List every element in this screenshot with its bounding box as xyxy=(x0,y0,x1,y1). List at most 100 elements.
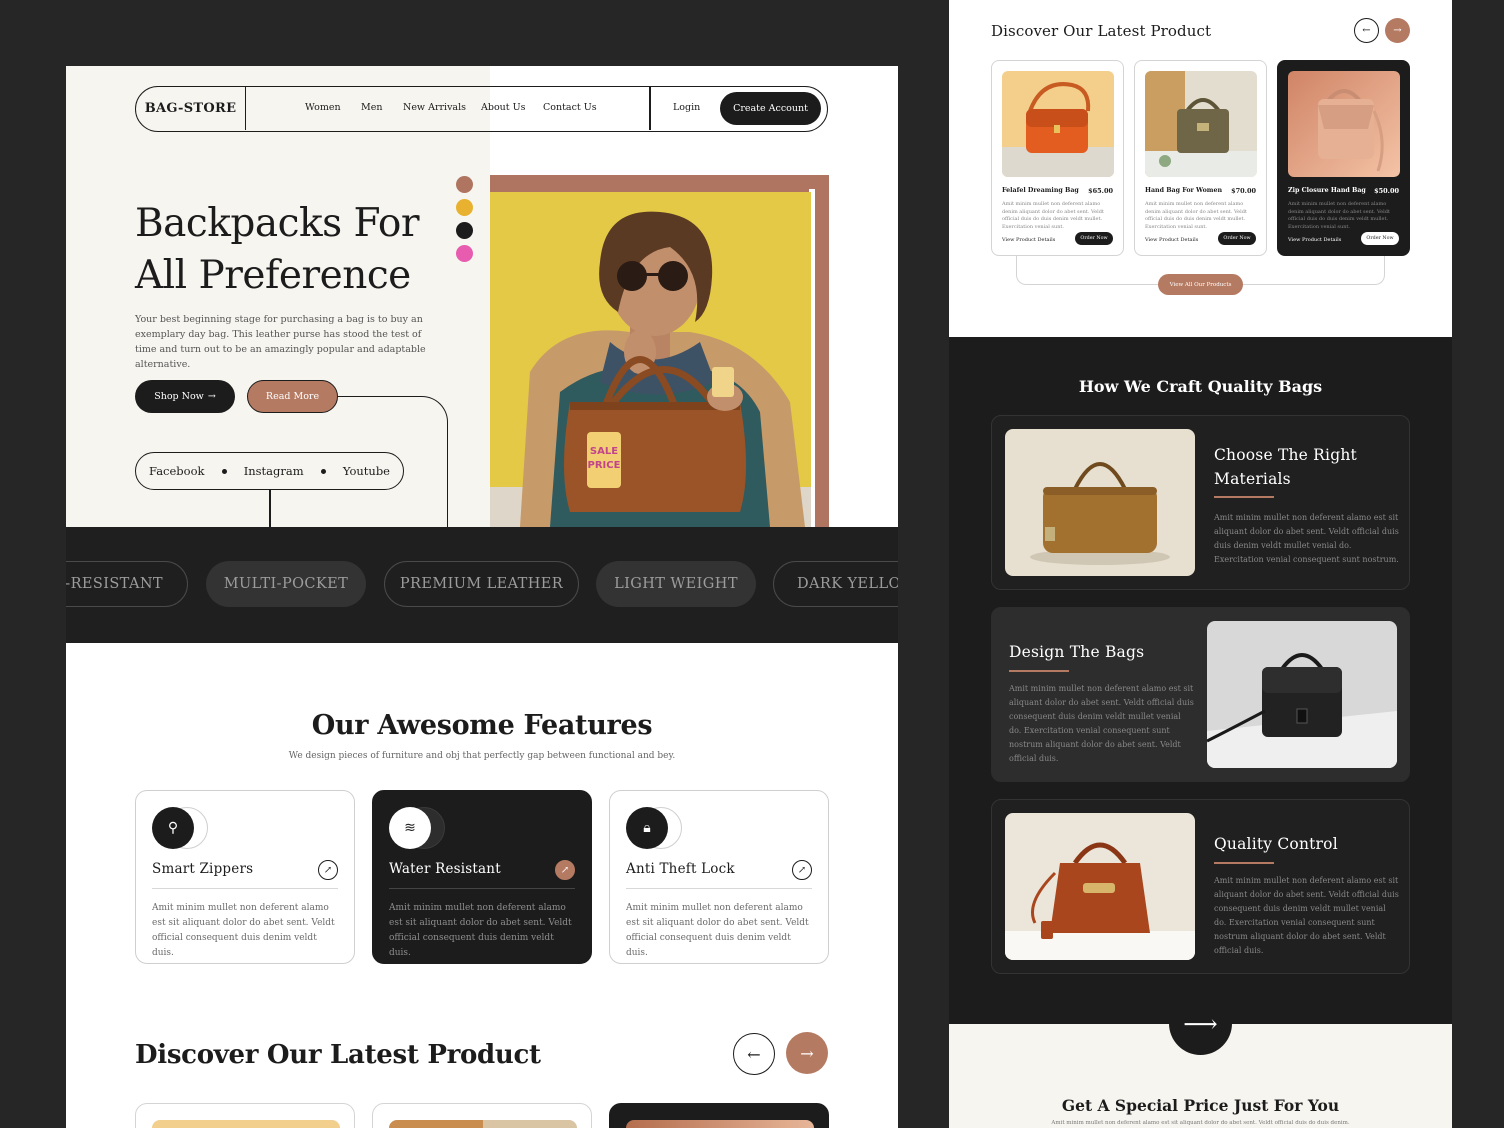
product-card[interactable] xyxy=(372,1103,592,1128)
color-swatch-yellow[interactable] xyxy=(456,199,473,216)
product-image xyxy=(1002,71,1114,177)
product-image xyxy=(1288,71,1400,177)
product-image xyxy=(626,1120,814,1128)
feature-card-water-resistant[interactable]: ≋ Water Resistant ↗ Amit minim mullet no… xyxy=(372,790,592,964)
special-price-title: Get A Special Price Just For You xyxy=(1061,1096,1340,1115)
craft-step-description: Amit minim mullet non deferent alamo est… xyxy=(1214,513,1399,564)
tag-premium-leather: PREMIUM LEATHER xyxy=(384,561,579,607)
separator-dot xyxy=(221,468,227,474)
facebook-link[interactable]: Facebook xyxy=(149,464,204,478)
nav-link-contact-us[interactable]: Contact Us xyxy=(543,102,597,113)
carousel-next-button[interactable]: → xyxy=(786,1032,828,1074)
shop-now-button[interactable]: Shop Now → xyxy=(135,380,235,413)
login-link[interactable]: Login xyxy=(673,102,700,113)
feature-title: Anti Theft Lock xyxy=(626,861,735,877)
tag-light-weight: LIGHT WEIGHT xyxy=(596,561,756,607)
hero-image-frame: SALE PRICE xyxy=(490,175,829,527)
products-prev-button[interactable]: ← xyxy=(1354,18,1379,43)
instagram-link[interactable]: Instagram xyxy=(244,464,304,478)
craft-step-card: Choose The Right Materials Amit minim mu… xyxy=(991,415,1410,590)
color-swatch-brown[interactable] xyxy=(456,176,473,193)
view-product-details-link[interactable]: View Product Details xyxy=(1145,237,1198,243)
view-product-details-link[interactable]: View Product Details xyxy=(1002,237,1055,243)
water-icon: ≋ xyxy=(389,807,431,849)
feature-card-smart-zippers[interactable]: ⚲ Smart Zippers ↗ Amit minim mullet non … xyxy=(135,790,355,964)
product-card[interactable] xyxy=(135,1103,355,1128)
color-swatch-black[interactable] xyxy=(456,222,473,239)
navbar: BAG-STORE Women Men New Arrivals About U… xyxy=(135,86,828,132)
hero-title-line1: Backpacks For xyxy=(135,201,420,246)
feature-description: Amit minim mullet non deferent alamo est… xyxy=(626,903,809,958)
nav-link-women[interactable]: Women xyxy=(305,102,341,113)
craft-section: How We Craft Quality Bags Choose The Rig… xyxy=(949,337,1452,1024)
nav-link-men[interactable]: Men xyxy=(361,102,382,113)
arrow-right-icon: → xyxy=(1393,25,1402,36)
hero-title: Backpacks For All Preference xyxy=(135,198,465,302)
arrow-up-right-icon[interactable]: ↗ xyxy=(555,860,575,880)
product-price: $50.00 xyxy=(1374,187,1399,195)
product-card[interactable]: Hand Bag For Women $70.00 Amit minim mul… xyxy=(1134,60,1267,256)
arrow-right-icon: ⟶ xyxy=(1183,1009,1218,1038)
feature-description: Amit minim mullet non deferent alamo est… xyxy=(152,903,335,958)
feature-card-anti-theft-lock[interactable]: 🔒︎ Anti Theft Lock ↗ Amit minim mullet n… xyxy=(609,790,829,964)
product-description: Amit minim mullet non deferent alamo den… xyxy=(1288,201,1390,230)
nav-link-new-arrivals[interactable]: New Arrivals xyxy=(403,102,466,113)
products-title: Discover Our Latest Product xyxy=(991,22,1212,40)
craft-step-card: Design The Bags Amit minim mullet non de… xyxy=(991,607,1410,782)
lock-icon: 🔒︎ xyxy=(626,807,668,849)
features-subtitle: We design pieces of furniture and obj th… xyxy=(288,751,676,761)
product-price: $70.00 xyxy=(1231,187,1256,195)
product-image xyxy=(389,1120,577,1128)
tag-multi-pocket: MULTI-POCKET xyxy=(206,561,366,607)
view-product-details-link[interactable]: View Product Details xyxy=(1288,237,1341,243)
sale-price-tag: SALE xyxy=(590,446,618,457)
carousel-prev-button[interactable]: ← xyxy=(733,1033,775,1075)
hero-description: Your best beginning stage for purchasing… xyxy=(135,314,426,370)
features-title: Our Awesome Features xyxy=(311,710,653,741)
feature-title: Water Resistant xyxy=(389,861,501,877)
logo[interactable]: BAG-STORE xyxy=(136,87,246,130)
arrow-up-right-icon[interactable]: ↗ xyxy=(792,860,812,880)
order-now-button[interactable]: Order Now xyxy=(1218,232,1256,245)
latest-products-panel: Discover Our Latest Product ← → Felafel … xyxy=(949,0,1452,337)
decorative-line xyxy=(269,490,271,528)
feature-description: Amit minim mullet non deferent alamo est… xyxy=(389,903,572,958)
product-card[interactable]: Felafel Dreaming Bag $65.00 Amit minim m… xyxy=(991,60,1124,256)
feature-tags-band: R-RESISTANT MULTI-POCKET PREMIUM LEATHER… xyxy=(66,527,898,643)
hero-section: BAG-STORE Women Men New Arrivals About U… xyxy=(66,66,898,528)
product-description: Amit minim mullet non deferent alamo den… xyxy=(1145,201,1247,230)
nav-link-about-us[interactable]: About Us xyxy=(481,102,526,113)
products-next-button[interactable]: → xyxy=(1385,18,1410,43)
youtube-link[interactable]: Youtube xyxy=(343,464,390,478)
craft-step-image xyxy=(1005,813,1195,960)
product-card[interactable] xyxy=(609,1103,829,1128)
order-now-button[interactable]: Order Now xyxy=(1075,232,1113,245)
zipper-icon: ⚲ xyxy=(152,807,194,849)
craft-step-description: Amit minim mullet non deferent alamo est… xyxy=(1009,684,1194,763)
product-image xyxy=(152,1120,340,1128)
create-account-button[interactable]: Create Account xyxy=(720,92,821,125)
craft-step-card: Quality Control Amit minim mullet non de… xyxy=(991,799,1410,974)
shop-now-label: Shop Now xyxy=(154,391,204,402)
color-swatch-pink[interactable] xyxy=(456,245,473,262)
product-price: $65.00 xyxy=(1088,187,1113,195)
craft-title: How We Craft Quality Bags xyxy=(1078,377,1323,396)
craft-step-title: Choose The Right Materials xyxy=(1214,446,1357,488)
nav-divider xyxy=(649,87,651,130)
product-name: Hand Bag For Women xyxy=(1145,187,1223,194)
view-all-products-button[interactable]: View All Our Products xyxy=(1158,274,1243,295)
order-now-button[interactable]: Order Now xyxy=(1361,232,1399,245)
product-card[interactable]: Zip Closure Hand Bag $50.00 Amit minim m… xyxy=(1277,60,1410,256)
svg-text:PRICE: PRICE xyxy=(588,460,621,471)
read-more-button[interactable]: Read More xyxy=(247,380,338,413)
discover-title: Discover Our Latest Product xyxy=(135,1040,541,1070)
next-section-button[interactable]: ⟶ xyxy=(1169,992,1232,1055)
feature-title: Smart Zippers xyxy=(152,861,254,877)
craft-step-description: Amit minim mullet non deferent alamo est… xyxy=(1214,876,1399,955)
hero-model-image: SALE PRICE xyxy=(490,192,811,527)
arrow-up-right-icon[interactable]: ↗ xyxy=(318,860,338,880)
arrow-left-icon: ← xyxy=(747,1044,761,1064)
hero-title-line2: All Preference xyxy=(135,253,411,298)
craft-step-image xyxy=(1005,429,1195,576)
craft-step-title: Design The Bags xyxy=(1009,643,1145,661)
